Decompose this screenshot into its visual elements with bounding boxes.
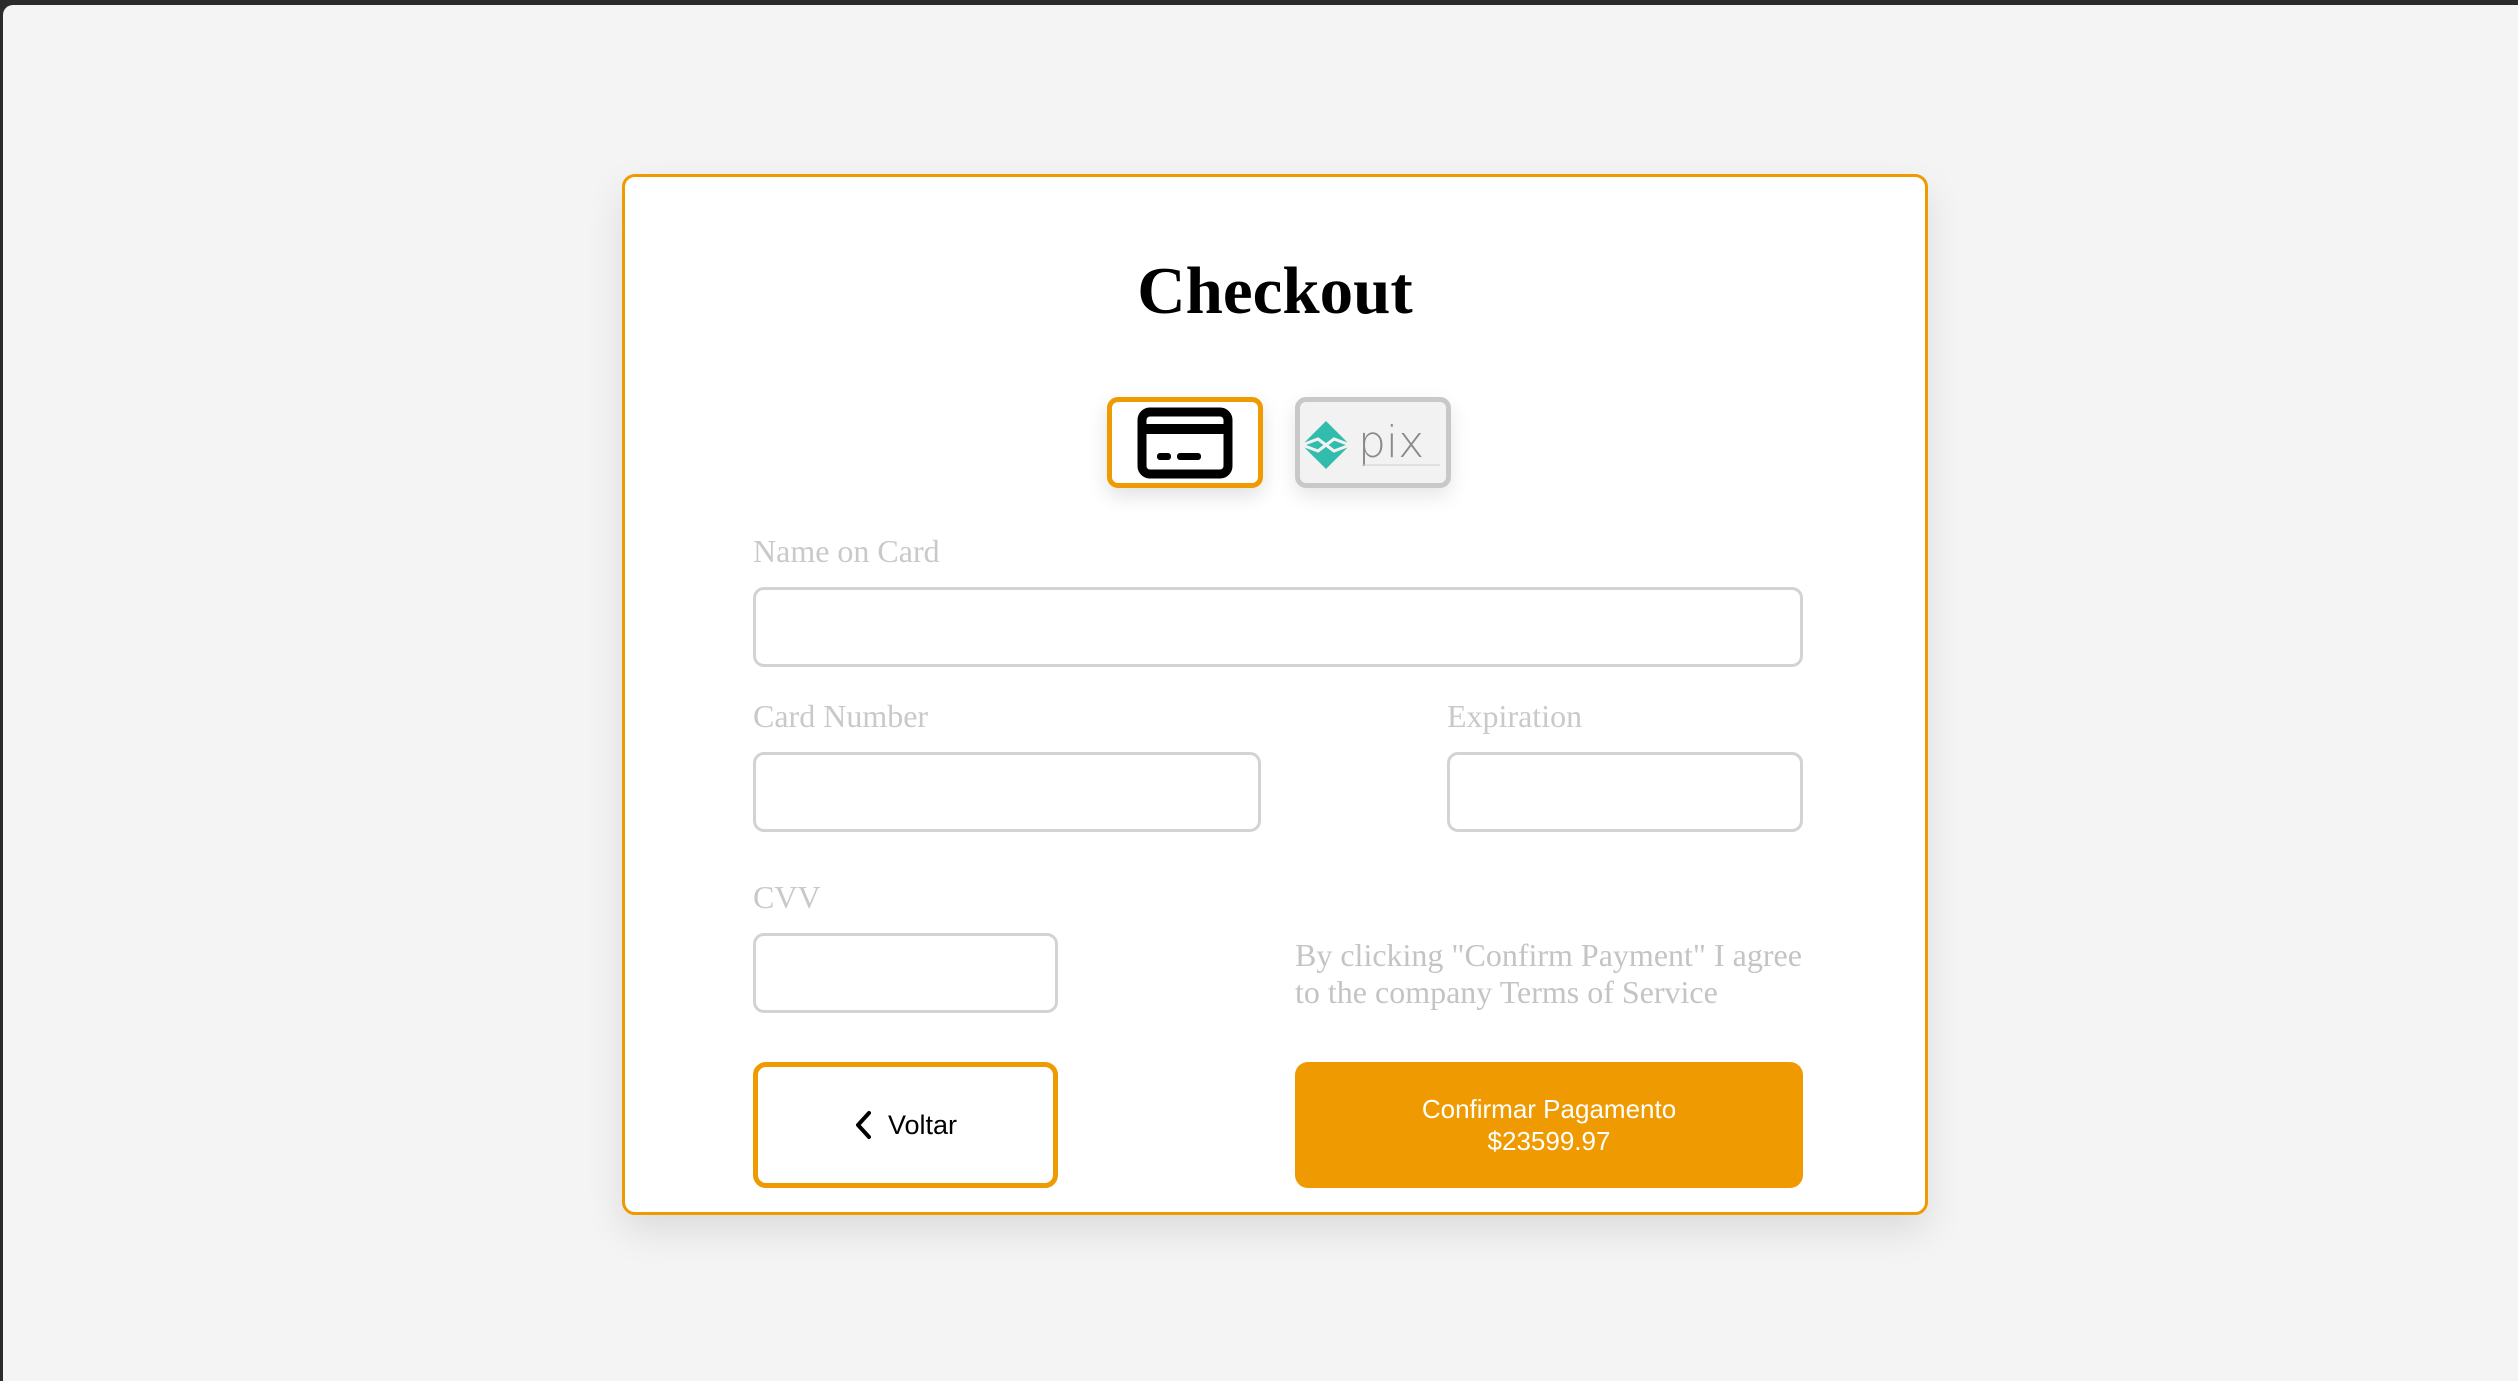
name-on-card-label: Name on Card [753,533,940,569]
payment-method-pix[interactable]: pix [1295,397,1451,488]
page-title: Checkout [1137,254,1413,328]
back-button[interactable]: Voltar [753,1062,1058,1188]
chevron-left-icon [855,1111,871,1139]
expiration-input[interactable] [1447,752,1803,832]
pix-logo-text: pix [1358,417,1424,468]
pix-logo: pix [1301,417,1440,469]
card-number-label: Card Number [753,698,929,734]
confirm-payment-amount: $23599.97 [1487,1126,1611,1156]
credit-card-icon [1137,407,1233,478]
confirm-payment-button[interactable]: Confirmar Pagamento $23599.97 [1295,1062,1803,1188]
back-button-label: Voltar [887,1109,958,1140]
terms-notice: By clicking "Confirm Payment" I agree to… [1295,937,1802,1010]
cvv-input[interactable] [753,933,1058,1013]
checkout-card: Checkout pix Name on Card Card Number Ex… [622,174,1928,1215]
payment-method-credit-card[interactable] [1107,397,1263,488]
card-number-input[interactable] [753,752,1261,832]
page-background: Checkout pix Name on Card Card Number Ex… [3,5,2518,1381]
cvv-label: CVV [753,879,821,915]
expiration-label: Expiration [1447,698,1583,734]
name-on-card-input[interactable] [753,587,1803,667]
confirm-payment-label: Confirmar Pagamento [1421,1094,1677,1124]
